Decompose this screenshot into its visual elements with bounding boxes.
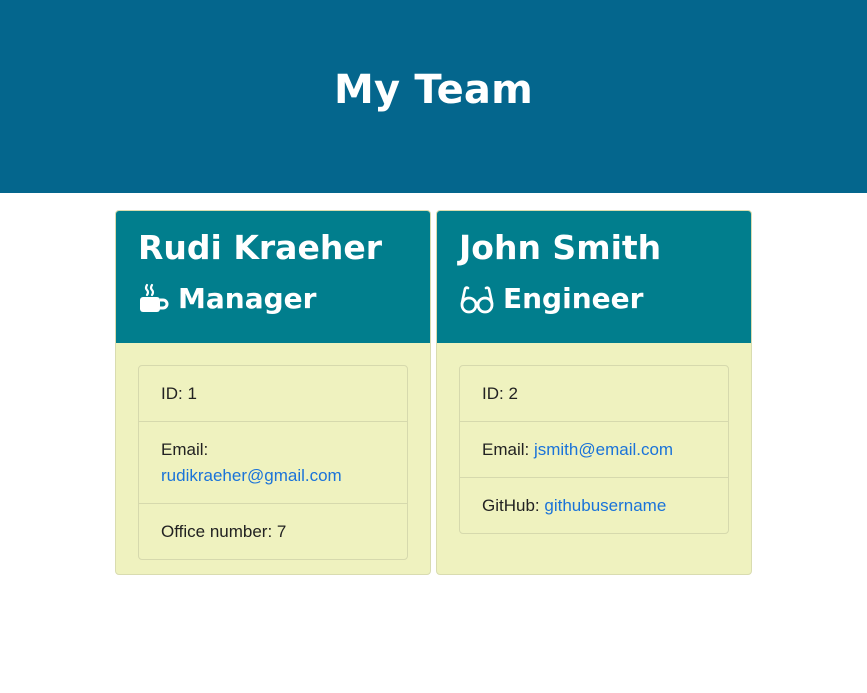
github-link[interactable]: githubusername xyxy=(544,496,666,515)
employee-details-list: ID: 1 Email: rudikraeher@gmail.com Offic… xyxy=(138,365,408,560)
email-label: Email: xyxy=(161,440,209,459)
team-cards: Rudi Kraeher Manager ID: 1 Email: rudikr… xyxy=(115,210,752,575)
employee-email-row: Email: jsmith@email.com xyxy=(460,421,728,477)
employee-email-row: Email: rudikraeher@gmail.com xyxy=(139,421,407,503)
employee-name: John Smith xyxy=(459,228,662,267)
employee-id: ID: 1 xyxy=(161,384,197,403)
card-header: Rudi Kraeher Manager xyxy=(116,211,430,343)
page-header: My Team xyxy=(0,0,867,193)
email-label: Email: xyxy=(482,440,530,459)
employee-card-engineer: John Smith Engineer ID: 2 Email: jsmith@… xyxy=(436,210,752,575)
employee-details-list: ID: 2 Email: jsmith@email.com GitHub: gi… xyxy=(459,365,729,534)
glasses-icon xyxy=(459,283,495,315)
card-header: John Smith Engineer xyxy=(437,211,751,343)
page-title: My Team xyxy=(334,66,533,113)
employee-role: Engineer xyxy=(459,283,729,315)
employee-name: Rudi Kraeher xyxy=(138,228,382,267)
github-label: GitHub: xyxy=(482,496,540,515)
role-label: Engineer xyxy=(503,282,644,315)
github-row: GitHub: githubusername xyxy=(460,477,728,533)
email-link[interactable]: rudikraeher@gmail.com xyxy=(161,466,342,485)
employee-role: Manager xyxy=(138,283,408,315)
card-body: ID: 1 Email: rudikraeher@gmail.com Offic… xyxy=(116,343,430,560)
employee-card-manager: Rudi Kraeher Manager ID: 1 Email: rudikr… xyxy=(115,210,431,575)
employee-id: ID: 2 xyxy=(482,384,518,403)
office-number: Office number: 7 xyxy=(139,503,407,559)
coffee-mug-icon xyxy=(138,283,170,315)
role-label: Manager xyxy=(178,282,317,315)
email-link[interactable]: jsmith@email.com xyxy=(534,440,673,459)
card-body: ID: 2 Email: jsmith@email.com GitHub: gi… xyxy=(437,343,751,534)
